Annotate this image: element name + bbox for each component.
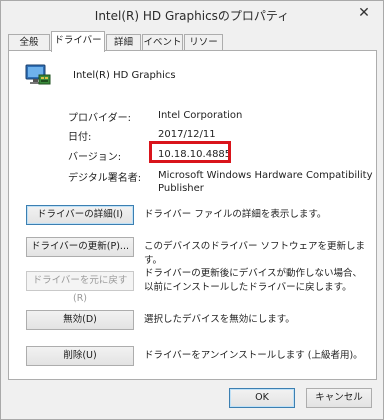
signer-label: デジタル署名者:: [68, 173, 142, 184]
title-bar[interactable]: Intel(R) HD Graphicsのプロパティ ✕: [1, 1, 383, 29]
tab-resources[interactable]: リソース: [184, 34, 223, 63]
device-name: Intel(R) HD Graphics: [73, 70, 176, 81]
uninstall-button[interactable]: 削除(U): [26, 346, 134, 366]
provider-label: プロバイダー:: [68, 113, 131, 124]
tab-details[interactable]: 詳細: [106, 34, 141, 51]
cancel-button[interactable]: キャンセル: [306, 388, 372, 408]
properties-dialog: Intel(R) HD Graphicsのプロパティ ✕ 全般 ドライバー 詳細…: [0, 0, 384, 420]
display-adapter-icon: [25, 64, 51, 85]
version-label: バージョン:: [68, 152, 122, 163]
signer-value: Microsoft Windows Hardware Compatibility…: [158, 170, 373, 194]
rollback-driver-description: ドライバーの更新後にデバイスが動作しない場合、以前にインストールしたドライバーに…: [144, 268, 363, 293]
disable-button[interactable]: 無効(D): [26, 310, 134, 330]
ok-button[interactable]: OK: [229, 388, 295, 408]
disable-description: 選択したデバイスを無効にします。: [144, 314, 295, 325]
driver-details-description: ドライバー ファイルの詳細を表示します。: [144, 209, 327, 220]
update-driver-description: このデバイスのドライバー ソフトウェアを更新します。: [144, 241, 366, 266]
date-value: 2017/12/11: [158, 129, 216, 140]
provider-value: Intel Corporation: [158, 110, 243, 121]
version-highlight-box: [149, 141, 231, 163]
date-label: 日付:: [68, 132, 92, 143]
update-driver-button[interactable]: ドライバーの更新(P)...: [26, 237, 134, 257]
tab-general[interactable]: 全般: [8, 34, 50, 51]
tab-driver[interactable]: ドライバー: [51, 31, 105, 52]
close-icon[interactable]: ✕: [351, 3, 377, 23]
rollback-driver-button[interactable]: ドライバーを元に戻す(R): [26, 271, 134, 304]
driver-details-button[interactable]: ドライバーの詳細(I): [26, 205, 134, 225]
tab-strip: 全般 ドライバー 詳細 イベント リソース: [8, 31, 378, 63]
tab-events[interactable]: イベント: [142, 34, 183, 51]
window-title: Intel(R) HD Graphicsのプロパティ: [94, 9, 290, 23]
uninstall-description: ドライバーをアンインストールします (上級者用)。: [144, 350, 363, 361]
